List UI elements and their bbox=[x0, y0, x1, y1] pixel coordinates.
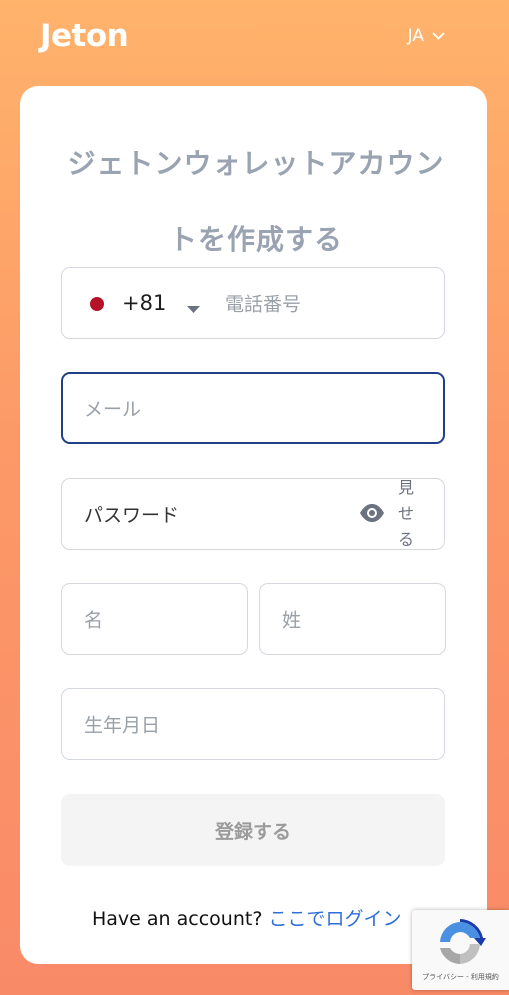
chevron-down-icon bbox=[432, 32, 445, 40]
first-name-field[interactable]: 名 bbox=[61, 583, 248, 655]
phone-field[interactable]: +81 電話番号 bbox=[61, 267, 445, 339]
recaptcha-badge[interactable]: プライバシー - 利用規約 bbox=[412, 910, 509, 990]
japan-flag-icon[interactable] bbox=[90, 297, 104, 311]
show-password-button[interactable]: 見せる bbox=[396, 475, 416, 553]
birthdate-placeholder: 生年月日 bbox=[84, 714, 161, 737]
login-prompt: Have an account? bbox=[92, 908, 263, 930]
phone-input[interactable]: 電話番号 bbox=[225, 290, 301, 317]
jeton-logo[interactable]: Jeton bbox=[40, 18, 129, 54]
recaptcha-footer[interactable]: プライバシー - 利用規約 bbox=[412, 972, 509, 982]
email-field[interactable]: メール bbox=[61, 372, 445, 444]
birthdate-field[interactable]: 生年月日 bbox=[61, 688, 445, 760]
language-selector[interactable]: JA bbox=[408, 26, 445, 46]
caret-down-icon[interactable] bbox=[187, 299, 200, 318]
eye-icon[interactable] bbox=[359, 503, 385, 527]
password-placeholder: パスワード bbox=[84, 504, 180, 527]
page-title: ジェトンウォレットアカウントを作成する bbox=[67, 147, 445, 256]
register-button[interactable]: 登録する bbox=[61, 794, 445, 866]
header: Jeton JA bbox=[0, 0, 509, 80]
last-name-field[interactable]: 姓 bbox=[259, 583, 446, 655]
last-name-placeholder: 姓 bbox=[282, 609, 302, 632]
password-field[interactable]: パスワード 見せる bbox=[61, 478, 445, 550]
country-code[interactable]: +81 bbox=[122, 291, 166, 315]
login-link[interactable]: ここでログイン bbox=[268, 908, 401, 930]
email-placeholder: メール bbox=[84, 398, 142, 421]
first-name-placeholder: 名 bbox=[84, 609, 104, 632]
login-prompt-row: Have an account? ここでログイン bbox=[92, 904, 401, 931]
language-label: JA bbox=[407, 26, 424, 46]
signup-card: ジェトンウォレットアカウントを作成する +81 電話番号 メール パスワード 見… bbox=[20, 86, 487, 964]
